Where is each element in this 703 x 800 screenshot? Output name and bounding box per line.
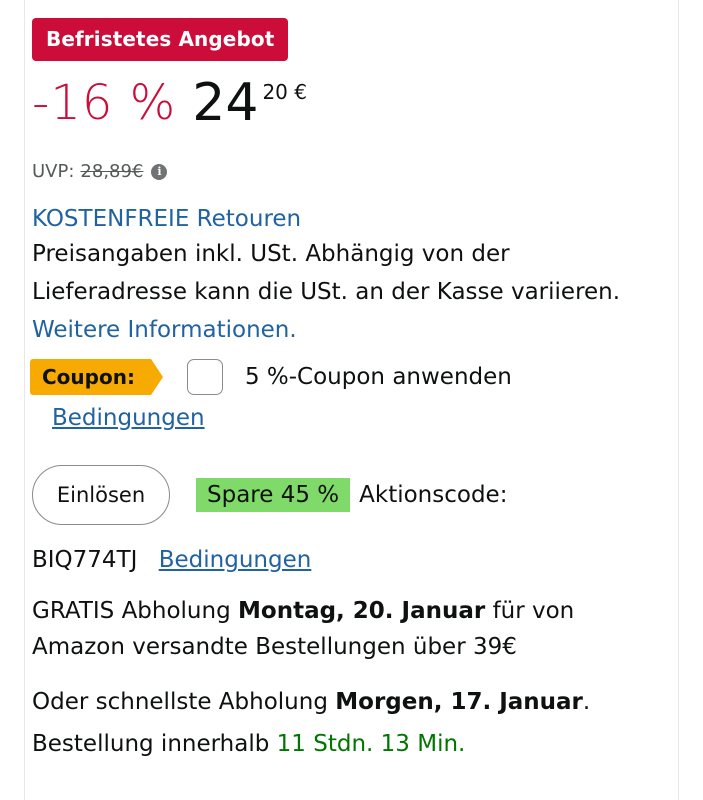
save-badge: Spare 45 % [196,478,351,512]
deal-badge: Befristetes Angebot [32,18,289,61]
order-countdown: 11 Stdn. 13 Min. [276,731,466,757]
delivery-date: Montag, 20. Januar [238,598,486,624]
info-icon[interactable]: i [151,163,168,180]
promo-code-row: Einlösen Spare 45 % Aktionscode: [32,465,642,525]
promo-code-value: BIQ774TJ [32,547,138,573]
list-price-value: 28,89€ [80,161,144,182]
coupon-checkbox[interactable] [186,359,223,395]
free-returns-row: KOSTENFREIE Retouren [32,204,642,234]
free-returns-link[interactable]: KOSTENFREIE Retouren [32,206,301,232]
delivery-info: GRATIS Abholung Montag, 20. Januar für v… [32,593,642,665]
price-block: Befristetes Angebot -16 % 24 20 € UVP: 2… [30,18,642,765]
tax-info-text: Preisangaben inkl. USt. Abhängig von der… [32,241,621,305]
coupon-terms-row: Bedingungen [52,403,642,433]
price-whole: 24 [192,73,259,133]
promo-code-label: Aktionscode: [359,482,508,508]
coupon-terms-link[interactable]: Bedingungen [52,405,205,431]
coupon-label[interactable]: 5 %-Coupon anwenden [245,364,512,390]
tax-info: Preisangaben inkl. USt. Abhängig von der… [32,235,642,349]
list-price-label: UVP: [32,161,75,182]
list-price-row: UVP: 28,89€ i [32,161,642,182]
fastest-delivery-prefix: Oder schnellste Abholung [32,689,328,715]
coupon-tag: Coupon: [30,359,163,395]
current-price: 24 20 € [192,75,307,131]
more-info-link[interactable]: Weitere Informationen. [32,317,297,343]
delivery-prefix: GRATIS Abholung [32,598,231,624]
price-fraction: 20 € [262,80,307,104]
promo-code-details: BIQ774TJ Bedingungen [32,545,642,575]
price-row: -16 % 24 20 € [32,75,642,145]
fastest-delivery-info: Oder schnellste Abholung Morgen, 17. Jan… [32,681,642,765]
fastest-delivery-date: Morgen, 17. Januar [335,689,583,715]
coupon-row: Coupon: 5 %-Coupon anwenden [30,357,642,397]
discount-percentage: -16 % [32,75,177,131]
redeem-button[interactable]: Einlösen [32,465,170,525]
promo-terms-link[interactable]: Bedingungen [159,547,312,573]
